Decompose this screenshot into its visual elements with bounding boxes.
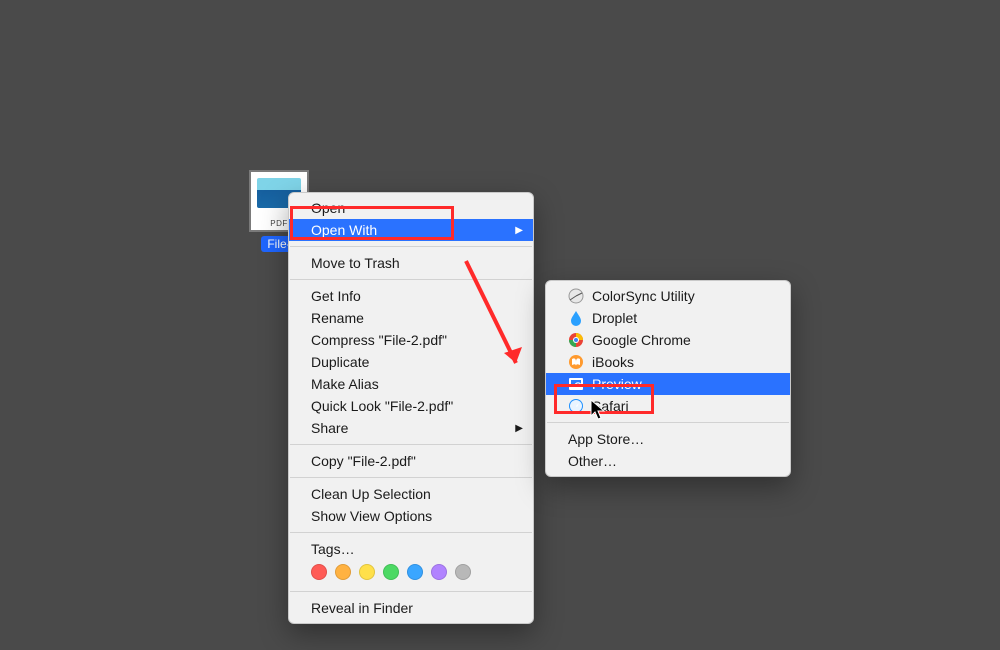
menu-item-label: Compress "File-2.pdf" [311, 332, 447, 348]
menu-item-label: Move to Trash [311, 255, 400, 271]
menu-item-label: Rename [311, 310, 364, 326]
menu-item-label: Make Alias [311, 376, 379, 392]
droplet-icon [568, 310, 584, 326]
menu-item-open-with[interactable]: Open With ▶ [289, 219, 533, 241]
menu-separator [290, 444, 532, 445]
menu-separator [290, 591, 532, 592]
menu-item-label: Get Info [311, 288, 361, 304]
open-with-item-ibooks[interactable]: iBooks [546, 351, 790, 373]
menu-separator [290, 246, 532, 247]
menu-item-label: Tags… [311, 541, 355, 557]
menu-item-open[interactable]: Open [289, 197, 533, 219]
tag-color-green[interactable] [383, 564, 399, 580]
menu-item-make-alias[interactable]: Make Alias [289, 373, 533, 395]
menu-item-share[interactable]: Share ▶ [289, 417, 533, 439]
menu-separator [290, 532, 532, 533]
menu-item-show-view-options[interactable]: Show View Options [289, 505, 533, 527]
submenu-arrow-icon: ▶ [515, 225, 523, 236]
menu-item-get-info[interactable]: Get Info [289, 285, 533, 307]
colorsync-icon [568, 288, 584, 304]
tag-color-blue[interactable] [407, 564, 423, 580]
menu-item-label: Preview [592, 376, 642, 392]
menu-item-duplicate[interactable]: Duplicate [289, 351, 533, 373]
menu-item-compress[interactable]: Compress "File-2.pdf" [289, 329, 533, 351]
open-with-item-other[interactable]: Other… [546, 450, 790, 472]
open-with-submenu: ColorSync Utility Droplet Google Chrome … [545, 280, 791, 477]
menu-item-label: Duplicate [311, 354, 369, 370]
menu-item-label: Clean Up Selection [311, 486, 431, 502]
open-with-item-colorsync[interactable]: ColorSync Utility [546, 285, 790, 307]
context-menu: Open Open With ▶ Move to Trash Get Info … [288, 192, 534, 624]
menu-item-move-to-trash[interactable]: Move to Trash [289, 252, 533, 274]
ibooks-icon [568, 354, 584, 370]
menu-item-label: App Store… [568, 431, 644, 447]
tag-color-purple[interactable] [431, 564, 447, 580]
open-with-item-app-store[interactable]: App Store… [546, 428, 790, 450]
preview-icon [568, 376, 584, 392]
menu-item-label: Share [311, 420, 348, 436]
open-with-item-preview[interactable]: Preview [546, 373, 790, 395]
file-type-badge: PDF [270, 219, 288, 228]
menu-item-label: Other… [568, 453, 617, 469]
tag-color-red[interactable] [311, 564, 327, 580]
safari-icon [568, 398, 584, 414]
menu-item-label: Copy "File-2.pdf" [311, 453, 416, 469]
menu-item-label: Quick Look "File-2.pdf" [311, 398, 453, 414]
menu-item-reveal-in-finder[interactable]: Reveal in Finder [289, 597, 533, 619]
tag-color-gray[interactable] [455, 564, 471, 580]
menu-item-rename[interactable]: Rename [289, 307, 533, 329]
menu-separator [290, 279, 532, 280]
open-with-item-chrome[interactable]: Google Chrome [546, 329, 790, 351]
menu-separator [290, 477, 532, 478]
chrome-icon [568, 332, 584, 348]
tag-color-orange[interactable] [335, 564, 351, 580]
menu-item-clean-up-selection[interactable]: Clean Up Selection [289, 483, 533, 505]
menu-item-label: Reveal in Finder [311, 600, 413, 616]
tag-color-row [289, 560, 533, 586]
menu-item-label: Show View Options [311, 508, 432, 524]
submenu-arrow-icon: ▶ [515, 423, 523, 434]
menu-item-label: iBooks [592, 354, 634, 370]
menu-item-label: ColorSync Utility [592, 288, 695, 304]
menu-separator [547, 422, 789, 423]
menu-item-label: Google Chrome [592, 332, 691, 348]
menu-item-tags[interactable]: Tags… [289, 538, 533, 560]
menu-item-label: Droplet [592, 310, 637, 326]
menu-item-label: Open With [311, 222, 377, 238]
menu-item-label: Safari [592, 398, 629, 414]
menu-item-copy[interactable]: Copy "File-2.pdf" [289, 450, 533, 472]
open-with-item-droplet[interactable]: Droplet [546, 307, 790, 329]
open-with-item-safari[interactable]: Safari [546, 395, 790, 417]
tag-color-yellow[interactable] [359, 564, 375, 580]
menu-item-label: Open [311, 200, 345, 216]
menu-item-quick-look[interactable]: Quick Look "File-2.pdf" [289, 395, 533, 417]
